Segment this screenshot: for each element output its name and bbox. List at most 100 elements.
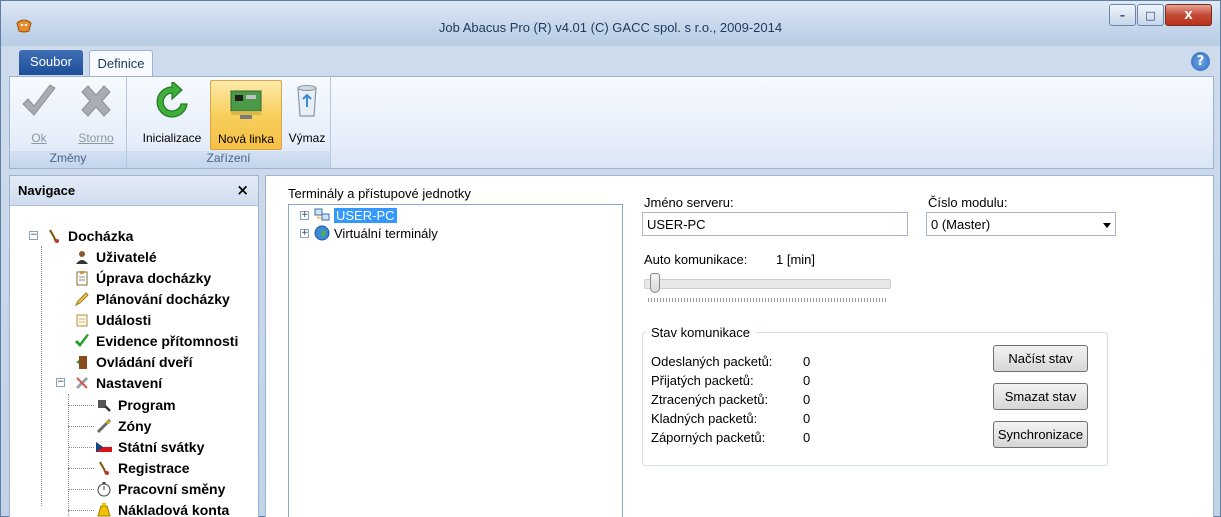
storno-button[interactable]: Storno <box>70 80 122 150</box>
nav-item-nakladova-konta[interactable]: Nákladová konta <box>96 499 229 517</box>
tree-node-virtual[interactable]: Virtuální terminály <box>314 225 438 241</box>
chevron-down-icon[interactable] <box>1103 223 1111 228</box>
nav-item-uzivatele[interactable]: Uživatelé <box>74 246 157 267</box>
inicializace-button[interactable]: Inicializace <box>137 79 207 150</box>
title-bar[interactable]: Job Abacus Pro (R) v4.01 (C) GACC spol. … <box>1 1 1220 46</box>
module-number-value: 0 (Master) <box>931 217 991 232</box>
expand-dochazka-icon[interactable]: − <box>29 231 38 240</box>
tab-definice[interactable]: Definice <box>89 50 153 77</box>
navigation-close-icon[interactable]: × <box>236 181 249 199</box>
czech-flag-icon <box>96 441 112 452</box>
ribbon-group-zmeny: Ok Storno Změny <box>10 77 127 168</box>
storno-label: Storno <box>78 131 114 145</box>
nav-label-pracovni-smeny: Pracovní směny <box>118 480 226 497</box>
nav-label-udalosti: Události <box>96 311 152 328</box>
recycle-bin-icon <box>297 85 317 117</box>
nav-item-statni-svatky[interactable]: Státní svátky <box>96 436 204 457</box>
nav-item-nastaveni[interactable]: Nastavení <box>74 372 162 393</box>
minimize-button[interactable]: – <box>1109 4 1136 26</box>
tree-line <box>68 510 94 511</box>
sent-packets-label: Odeslaných packetů: <box>651 354 773 369</box>
tab-soubor[interactable]: Soubor <box>19 50 83 75</box>
nav-item-zony[interactable]: Zóny <box>96 415 151 436</box>
vymaz-label: Výmaz <box>288 131 326 145</box>
synchronize-button[interactable]: Synchronizace <box>993 421 1088 448</box>
expand-virtual-icon[interactable]: + <box>300 229 309 238</box>
maximize-button[interactable]: □ <box>1137 4 1164 26</box>
received-packets-label: Přijatých packetů: <box>651 373 754 388</box>
terminal-tree[interactable]: + USER-PC + Virtuální terminály <box>288 204 623 517</box>
ok-label: Ok <box>31 131 47 145</box>
navigation-panel: Navigace × − Docházka Uživatelé Úprava d… <box>9 175 259 517</box>
tree-node-user-pc-label: USER-PC <box>334 207 397 223</box>
tree-line <box>68 447 94 448</box>
program-tools-icon <box>98 399 111 412</box>
lost-packets-label: Ztracených packetů: <box>651 392 769 407</box>
nav-item-dochazka[interactable]: Docházka <box>46 225 133 246</box>
nav-label-dochazka: Docházka <box>68 227 134 244</box>
ribbon-tab-row: Soubor Definice ? <box>1 49 1220 77</box>
nav-label-ovladani-dveri: Ovládání dveří <box>96 353 193 370</box>
ok-button[interactable]: Ok <box>16 80 62 150</box>
tree-node-user-pc[interactable]: USER-PC <box>314 207 397 223</box>
network-card-icon <box>230 90 262 119</box>
nova-linka-button[interactable]: Nová linka <box>210 80 282 150</box>
help-icon[interactable]: ? <box>1191 52 1210 71</box>
door-icon <box>76 355 87 369</box>
money-bag-icon <box>97 502 111 516</box>
module-number-select[interactable]: 0 (Master) <box>926 212 1116 236</box>
expand-user-pc-icon[interactable]: + <box>300 211 309 220</box>
ribbon: Ok Storno Změny Inicializace Nová linka … <box>9 76 1214 169</box>
auto-communication-label: Auto komunikace: <box>644 252 748 267</box>
auto-communication-slider[interactable] <box>644 279 891 289</box>
auto-communication-value: 1 [min] <box>776 252 816 267</box>
nova-linka-label: Nová linka <box>217 132 275 146</box>
nav-label-statni-svatky: Státní svátky <box>118 438 205 455</box>
nav-item-registrace[interactable]: Registrace <box>96 457 190 478</box>
nav-label-nastaveni: Nastavení <box>96 374 163 391</box>
group-label-zmeny: Změny <box>10 151 126 168</box>
server-name-input[interactable]: USER-PC <box>642 212 908 236</box>
positive-packets-value: 0 <box>803 411 811 426</box>
tree-line <box>68 468 94 469</box>
vymaz-button[interactable]: Výmaz <box>285 80 329 150</box>
navigation-title: Navigace <box>18 183 76 198</box>
user-icon <box>76 250 88 264</box>
pencil-icon <box>74 291 89 306</box>
clipboard-icon <box>76 270 88 285</box>
nav-item-uprava-dochazky[interactable]: Úprava docházky <box>74 267 211 288</box>
close-button[interactable]: X <box>1165 4 1212 26</box>
clear-status-button[interactable]: Smazat stav <box>993 383 1088 410</box>
nav-label-program: Program <box>118 396 176 413</box>
expand-nastaveni-icon[interactable]: − <box>56 378 65 387</box>
cancel-x-icon <box>81 85 111 117</box>
window-title: Job Abacus Pro (R) v4.01 (C) GACC spol. … <box>438 20 783 35</box>
received-packets-value: 0 <box>803 373 811 388</box>
tree-node-virtual-label: Virtuální terminály <box>334 225 438 241</box>
nav-item-program[interactable]: Program <box>96 394 176 415</box>
module-number-label: Číslo modulu: <box>928 195 1008 210</box>
nav-item-pracovni-smeny[interactable]: Pracovní směny <box>96 478 225 499</box>
server-name-label: Jméno serveru: <box>644 195 734 210</box>
notepad-icon <box>76 314 88 326</box>
slider-thumb[interactable] <box>650 273 660 293</box>
nav-label-planovani-dochazky: Plánování docházky <box>96 290 230 307</box>
nav-item-planovani-dochazky[interactable]: Plánování docházky <box>74 288 230 309</box>
negative-packets-label: Záporných packetů: <box>651 430 766 445</box>
tree-line <box>68 394 69 517</box>
app-window: Job Abacus Pro (R) v4.01 (C) GACC spol. … <box>0 0 1221 517</box>
lost-packets-value: 0 <box>803 392 811 407</box>
registration-icon <box>99 461 109 475</box>
globe-icon <box>314 225 330 241</box>
load-status-button[interactable]: Načíst stav <box>993 345 1088 372</box>
stopwatch-icon <box>49 229 59 243</box>
green-check-icon <box>75 333 89 347</box>
navigation-header: Navigace × <box>10 176 258 206</box>
nav-item-udalosti[interactable]: Události <box>74 309 151 330</box>
nav-item-evidence-pritomnosti[interactable]: Evidence přítomnosti <box>74 330 238 351</box>
nav-item-ovladani-dveri[interactable]: Ovládání dveří <box>74 351 192 372</box>
tree-line <box>41 246 42 506</box>
checkmark-icon <box>22 84 56 116</box>
main-content: Terminály a přístupové jednotky + USER-P… <box>265 175 1214 517</box>
nav-label-uprava-dochazky: Úprava docházky <box>96 269 212 286</box>
